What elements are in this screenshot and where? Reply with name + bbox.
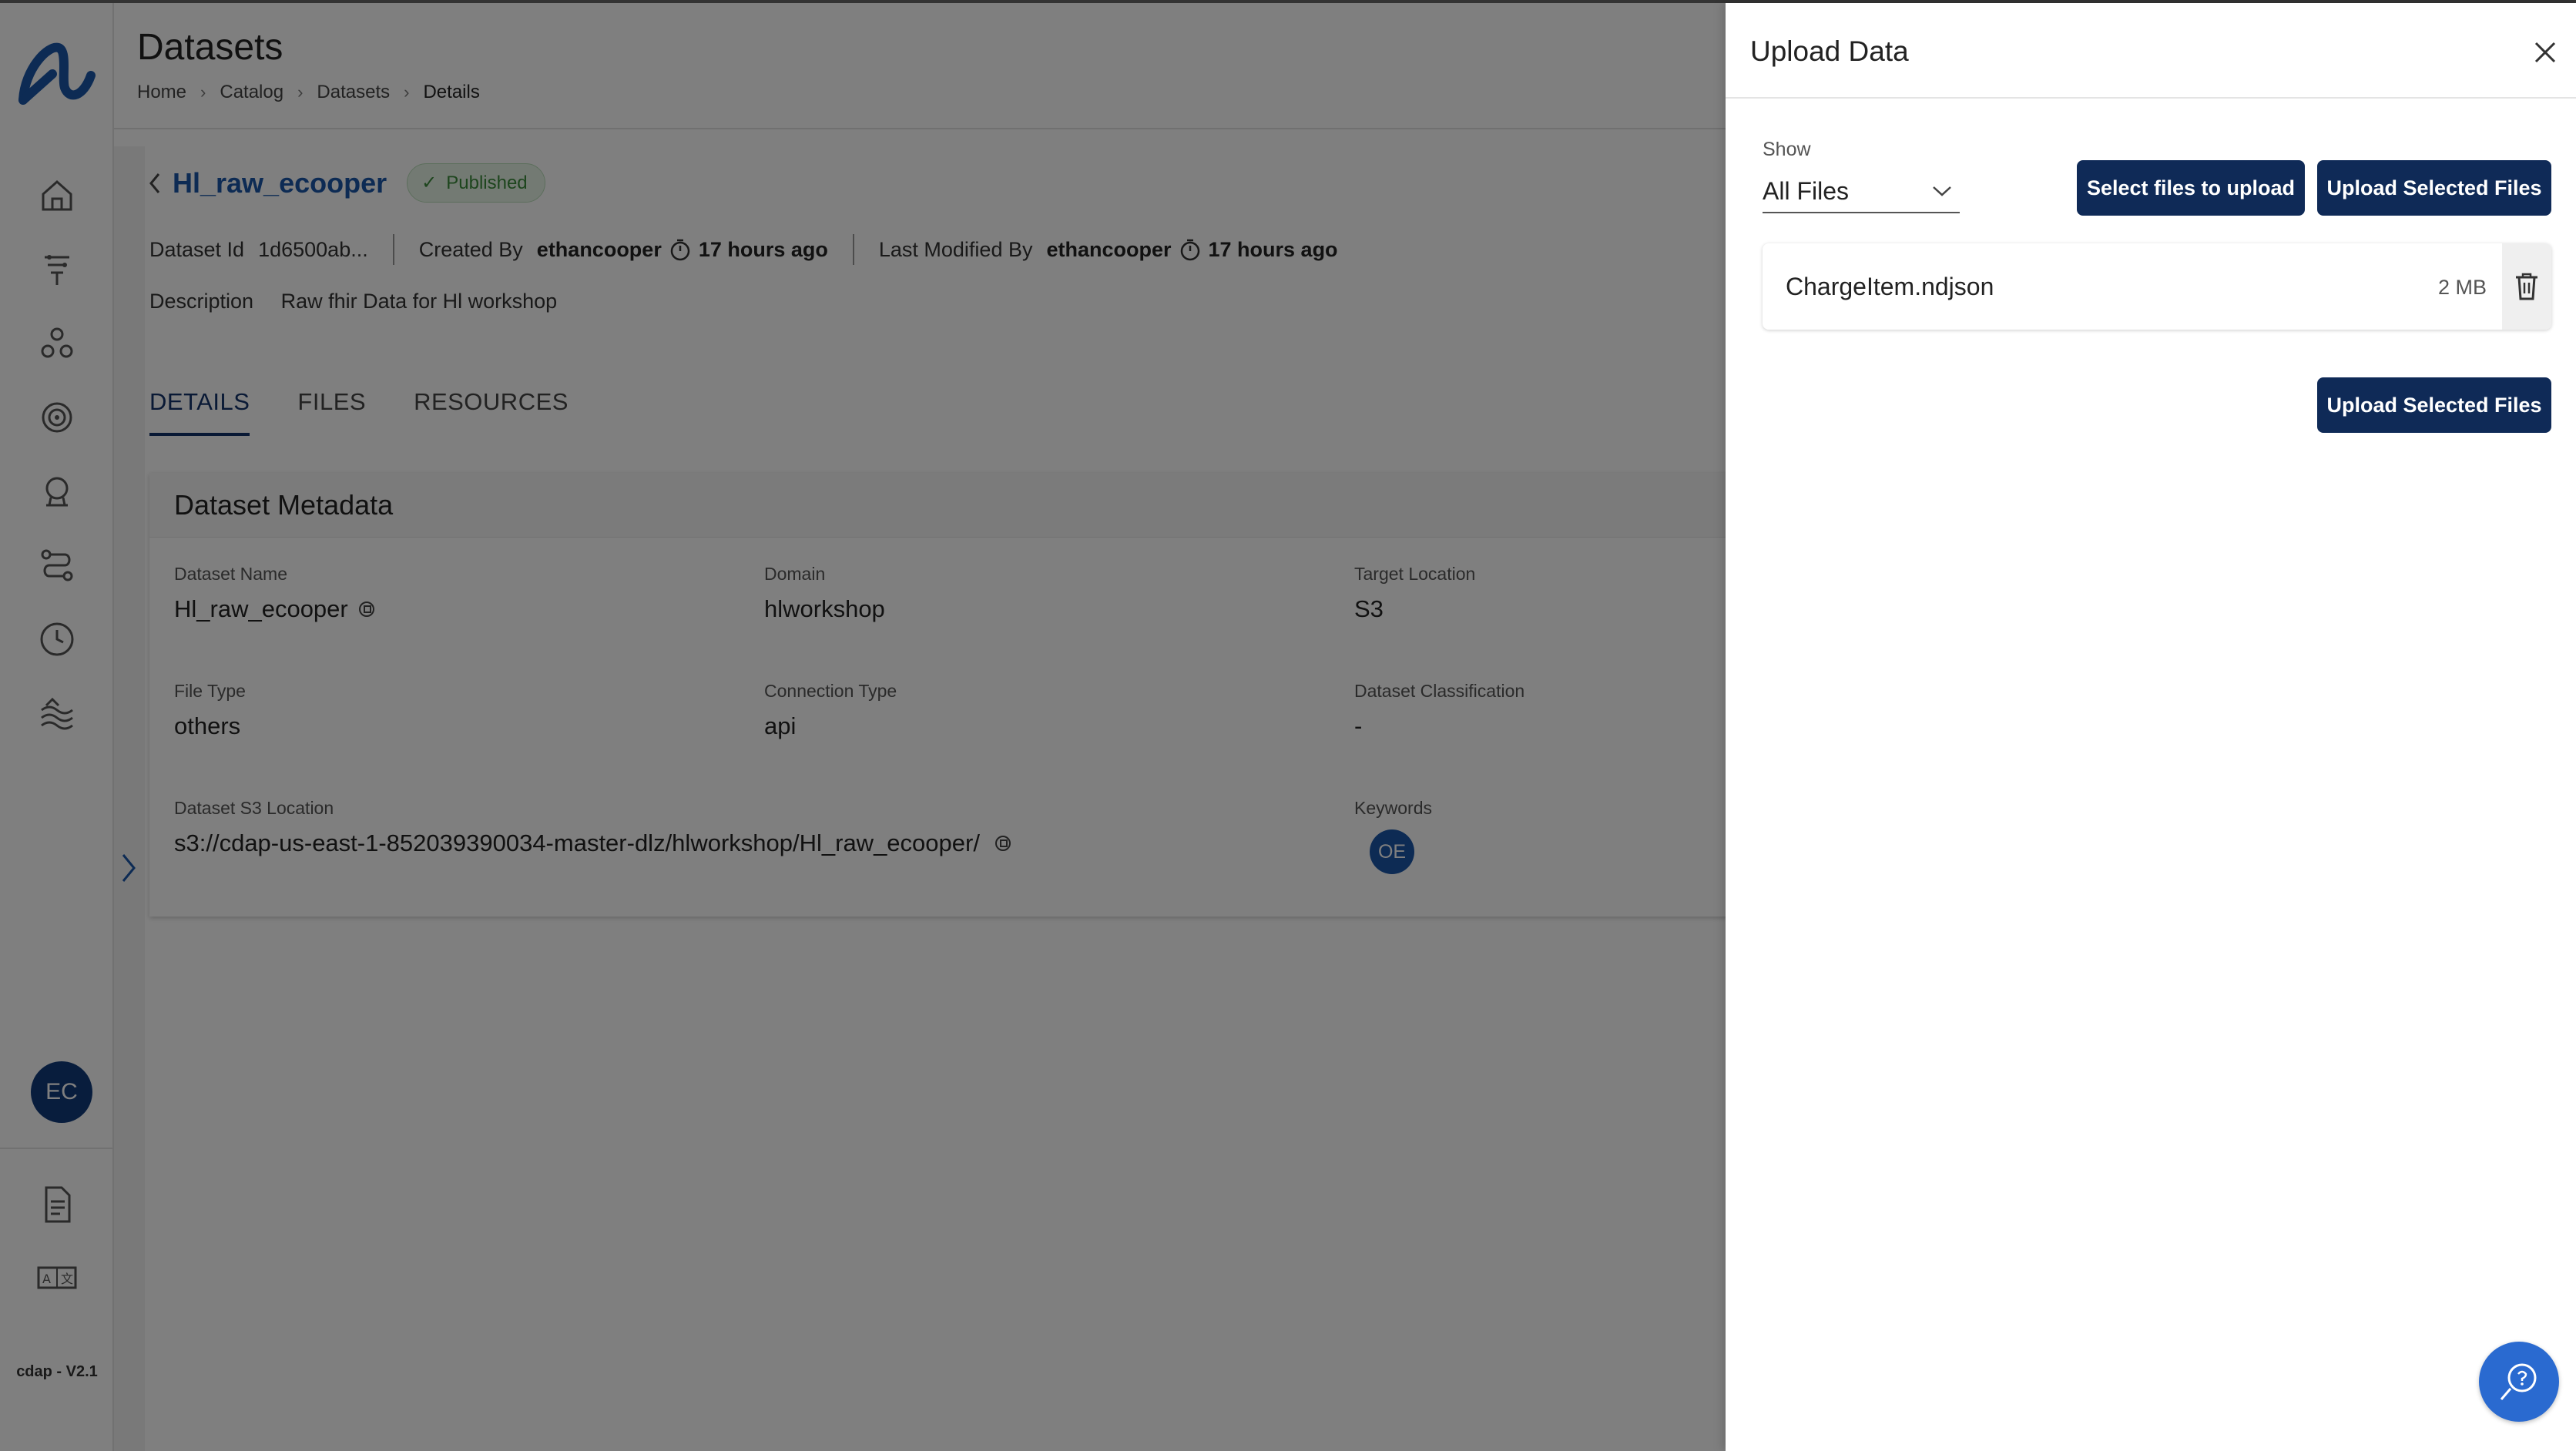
help-button[interactable]	[2479, 1342, 2559, 1422]
show-select-value: All Files	[1763, 176, 1850, 205]
select-files-button[interactable]: Select files to upload	[2077, 160, 2305, 216]
modal-backdrop[interactable]	[0, 0, 1726, 1451]
file-name: ChargeItem.ndjson	[1786, 273, 1994, 300]
drawer-header: Upload Data	[1726, 3, 2576, 99]
trash-icon	[2516, 273, 2537, 300]
upload-drawer: Upload Data Show All Files Select files …	[1726, 3, 2576, 1451]
upload-selected-files-button[interactable]: Upload Selected Files	[2317, 160, 2551, 216]
help-chat-icon	[2500, 1363, 2537, 1400]
show-filter: Show All Files	[1763, 139, 1960, 213]
file-size: 2 MB	[2437, 276, 2487, 299]
show-select[interactable]: All Files	[1763, 170, 1960, 213]
upload-selected-files-button-bottom[interactable]: Upload Selected Files	[2317, 377, 2551, 433]
drawer-title: Upload Data	[1750, 35, 1909, 67]
file-list-item: ChargeItem.ndjson 2 MB	[1763, 243, 2551, 330]
close-icon[interactable]	[2530, 37, 2561, 68]
show-label: Show	[1763, 139, 1811, 160]
chevron-down-icon	[1933, 186, 1951, 196]
delete-file-button[interactable]	[2502, 243, 2551, 330]
